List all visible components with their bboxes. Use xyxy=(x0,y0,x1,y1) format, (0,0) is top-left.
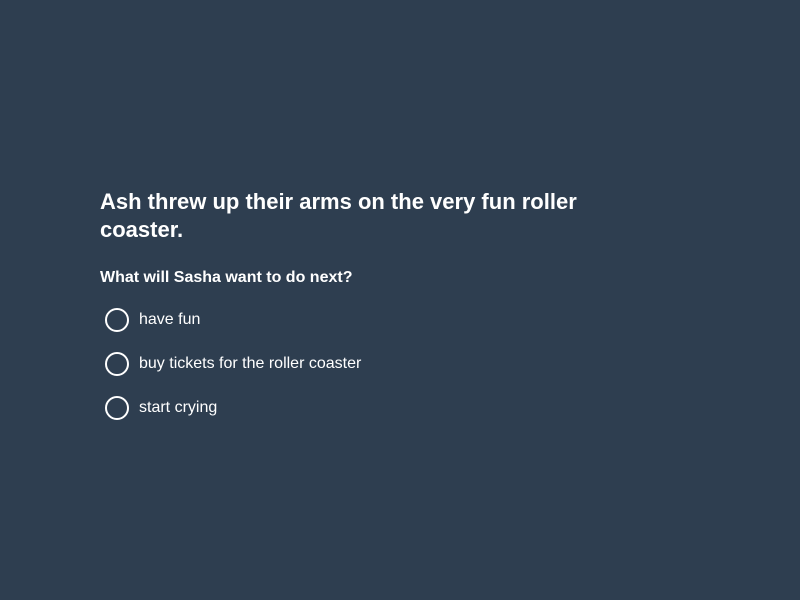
quiz-page: Ash threw up their arms on the very fun … xyxy=(0,0,800,600)
answer-option-have-fun[interactable]: have fun xyxy=(100,308,660,332)
answer-option-label: buy tickets for the roller coaster xyxy=(139,355,362,372)
question-statement: Ash threw up their arms on the very fun … xyxy=(100,189,577,242)
answer-option-label: start crying xyxy=(139,399,218,416)
answer-option-label: have fun xyxy=(139,311,201,328)
answer-option-buy-tickets[interactable]: buy tickets for the roller coaster xyxy=(100,352,660,376)
radio-button[interactable] xyxy=(105,308,129,332)
answer-option-start-crying[interactable]: start crying xyxy=(100,396,660,420)
radio-button[interactable] xyxy=(105,396,129,420)
question-prompt: What will Sasha want to do next? xyxy=(100,269,353,286)
answer-options: have fun buy tickets for the roller coas… xyxy=(100,308,660,420)
question-block: Ash threw up their arms on the very fun … xyxy=(100,188,660,440)
radio-button[interactable] xyxy=(105,352,129,376)
